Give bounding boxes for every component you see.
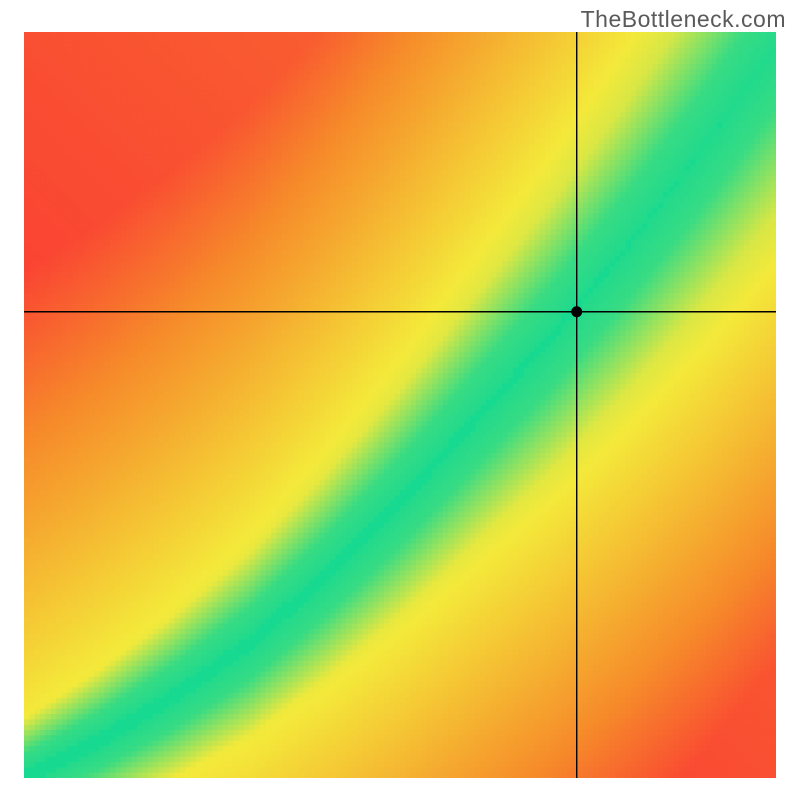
heatmap-svg <box>24 32 776 778</box>
heatmap-chart <box>24 32 776 778</box>
attribution-text: TheBottleneck.com <box>581 6 786 33</box>
plot-container: TheBottleneck.com <box>0 0 800 800</box>
marker-dot <box>571 306 582 317</box>
